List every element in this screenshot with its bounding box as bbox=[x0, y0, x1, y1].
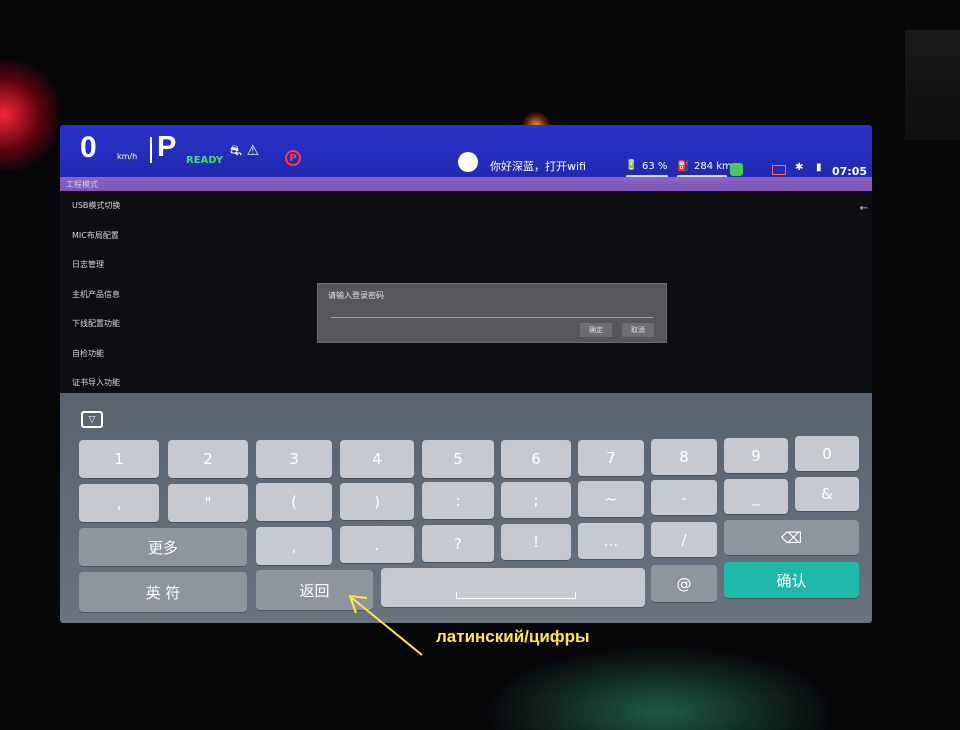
key-underscore[interactable]: _ bbox=[724, 479, 788, 514]
battery-level: 63 % bbox=[642, 161, 668, 172]
voice-assistant-icon[interactable] bbox=[458, 152, 478, 172]
status-bar: 0 km/h P READY ⛐ ⚠ P 你好深蓝，打开wifi 🔋 63 % … bbox=[60, 125, 872, 178]
key-8[interactable]: 8 bbox=[651, 439, 717, 475]
password-dialog: 请输入登录密码 确定 取消 bbox=[317, 283, 667, 343]
divider bbox=[150, 137, 152, 163]
confirm-button[interactable]: 确定 bbox=[580, 323, 612, 337]
key-9[interactable]: 9 bbox=[724, 438, 788, 473]
speed-value: 0 bbox=[80, 131, 97, 164]
key-comma[interactable]: , bbox=[256, 527, 332, 565]
menu-item-usb-mode[interactable]: USB模式切换 bbox=[72, 200, 120, 211]
key-2[interactable]: 2 bbox=[168, 440, 248, 478]
warning-icons: ⛐ ⚠ bbox=[230, 143, 260, 159]
ready-indicator: READY bbox=[186, 155, 224, 166]
car-head-unit-screen: 0 km/h P READY ⛐ ⚠ P 你好深蓝，打开wifi 🔋 63 % … bbox=[60, 125, 872, 623]
password-input[interactable] bbox=[331, 303, 653, 318]
menu-item-self-check[interactable]: 自检功能 bbox=[72, 348, 104, 359]
menu-item-product-info[interactable]: 主机产品信息 bbox=[72, 289, 120, 300]
key-3[interactable]: 3 bbox=[256, 440, 332, 478]
background-red-light bbox=[0, 60, 60, 170]
key-4[interactable]: 4 bbox=[340, 440, 414, 478]
assistant-greeting: 你好深蓝，打开wifi bbox=[490, 160, 586, 173]
back-arrow-icon[interactable]: ← bbox=[860, 203, 868, 214]
key-minus[interactable]: - bbox=[651, 480, 717, 515]
keyboard-collapse-icon[interactable]: ▽ bbox=[81, 411, 103, 428]
key-5[interactable]: 5 bbox=[422, 440, 494, 478]
key-colon[interactable]: : bbox=[422, 482, 494, 519]
key-tilde[interactable]: ~ bbox=[578, 481, 644, 517]
key-slash[interactable]: / bbox=[651, 522, 717, 557]
backspace-key[interactable]: ⌫ bbox=[724, 520, 859, 555]
key-ellipsis[interactable]: ... bbox=[578, 523, 644, 559]
key-period[interactable]: . bbox=[340, 526, 414, 563]
dashcam-icon[interactable] bbox=[772, 165, 786, 175]
cancel-button[interactable]: 取消 bbox=[622, 323, 654, 337]
dialog-title: 请输入登录密码 bbox=[328, 291, 384, 300]
annotation-label: латинский/цифры bbox=[436, 627, 590, 646]
key-quote[interactable]: " bbox=[168, 484, 248, 522]
key-6[interactable]: 6 bbox=[501, 440, 571, 478]
key-ampersand[interactable]: & bbox=[795, 477, 859, 511]
key-question[interactable]: ? bbox=[422, 525, 494, 562]
page-title: 工程模式 bbox=[66, 180, 98, 189]
engineering-mode-bar: 工程模式 bbox=[60, 177, 872, 191]
on-screen-keyboard: ▽ 1 2 3 4 5 6 7 8 9 0 , " ( ) : ; ~ - _ … bbox=[60, 393, 872, 623]
range-value: 284 km bbox=[694, 161, 732, 172]
key-1[interactable]: 1 bbox=[79, 440, 159, 478]
language-symbol-toggle[interactable]: 英 符 bbox=[79, 572, 247, 612]
bluetooth-icon: ✱ bbox=[795, 162, 804, 173]
key-7[interactable]: 7 bbox=[578, 440, 644, 476]
key-apostrophe[interactable]: , bbox=[79, 484, 159, 522]
key-right-paren[interactable]: ) bbox=[340, 483, 414, 520]
space-bar-glyph bbox=[456, 592, 576, 599]
background-window bbox=[905, 30, 960, 140]
space-key[interactable] bbox=[381, 568, 645, 607]
gear-indicator: P bbox=[157, 131, 177, 163]
app-icon[interactable] bbox=[730, 163, 743, 176]
menu-item-certificate-import[interactable]: 证书导入功能 bbox=[72, 377, 120, 388]
key-0[interactable]: 0 bbox=[795, 436, 859, 471]
menu-item-offline-config[interactable]: 下线配置功能 bbox=[72, 318, 120, 329]
back-to-letters-button[interactable]: 返回 bbox=[256, 570, 373, 610]
key-left-paren[interactable]: ( bbox=[256, 483, 332, 521]
menu-item-mic-layout[interactable]: MIC布局配置 bbox=[72, 230, 119, 241]
key-at[interactable]: @ bbox=[651, 565, 717, 602]
signal-icon: ▮ bbox=[816, 162, 822, 173]
confirm-key[interactable]: 确认 bbox=[724, 562, 859, 598]
background-ambient-glow bbox=[470, 640, 850, 730]
range-icon: ⛽ bbox=[677, 161, 690, 172]
menu-item-log-management[interactable]: 日志管理 bbox=[72, 259, 104, 270]
battery-icon: 🔋 bbox=[625, 160, 638, 171]
parking-brake-icon: P bbox=[285, 150, 301, 166]
speed-unit: km/h bbox=[117, 152, 138, 161]
more-symbols-button[interactable]: 更多 bbox=[79, 528, 247, 566]
key-exclamation[interactable]: ! bbox=[501, 524, 571, 560]
key-semicolon[interactable]: ; bbox=[501, 482, 571, 518]
